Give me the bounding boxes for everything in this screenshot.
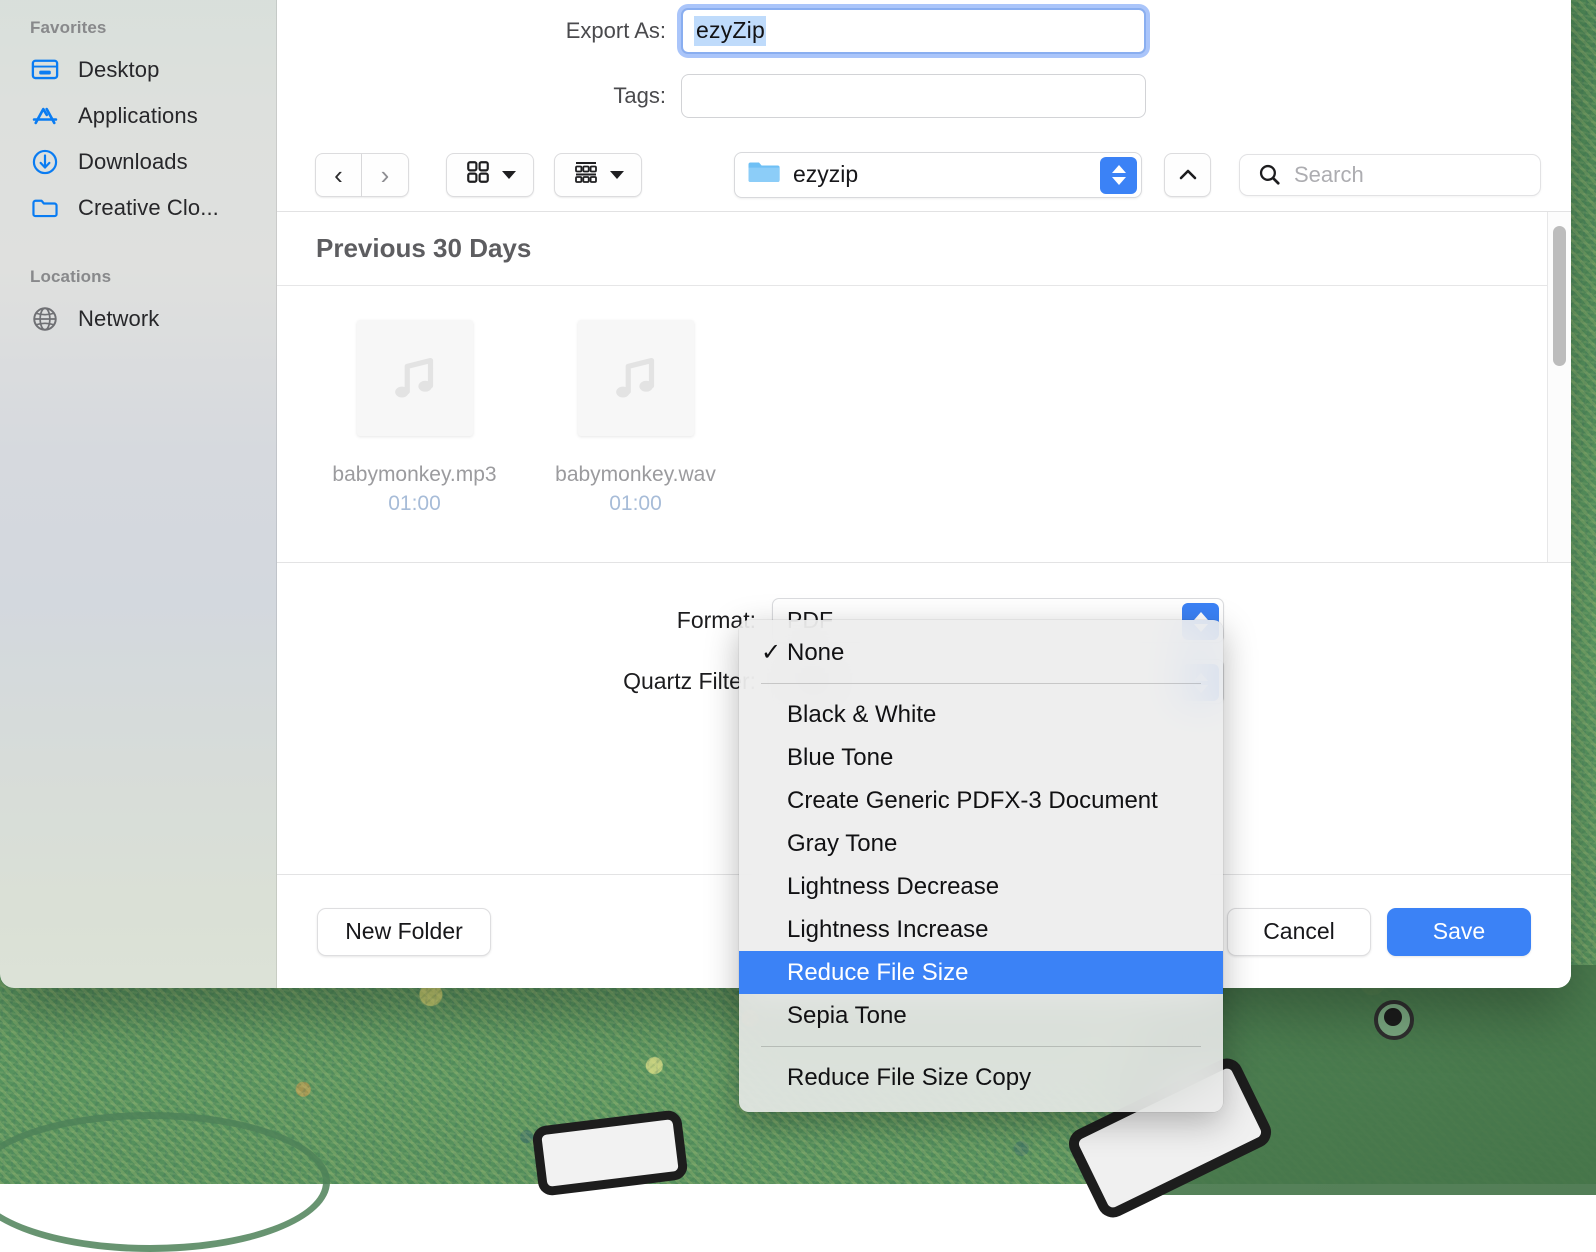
menu-item-label: None (787, 639, 844, 667)
tags-label: Tags: (277, 83, 681, 109)
file-browser: Previous 30 Days babymonkey.mp3 01:00 (277, 212, 1571, 562)
network-globe-icon (30, 304, 60, 334)
chevron-right-icon: › (381, 162, 390, 188)
search-input[interactable]: Search (1239, 154, 1541, 196)
menu-item[interactable]: Black & White (739, 693, 1223, 736)
export-as-label: Export As: (277, 18, 681, 44)
menu-item-label: Reduce File Size Copy (787, 1064, 1031, 1092)
sidebar-item-downloads[interactable]: Downloads (0, 139, 276, 185)
search-placeholder: Search (1294, 162, 1364, 188)
gallery-view-icon (573, 159, 599, 190)
scrollbar-thumb[interactable] (1553, 226, 1566, 366)
export-form: Export As: ezyZip Tags: (277, 0, 1571, 138)
back-button[interactable]: ‹ (315, 153, 362, 197)
share-button[interactable] (1164, 153, 1211, 197)
menu-item-label: Gray Tone (787, 830, 897, 858)
quartz-filter-label: Quartz Filter: (277, 668, 772, 695)
wallpaper-arc (0, 1112, 330, 1252)
quartz-filter-dropdown-menu: ✓None Black & White Blue Tone Create Generi… (739, 620, 1223, 1112)
downloads-icon (30, 147, 60, 177)
menu-item[interactable]: Create Generic PDFX-3 Document (739, 779, 1223, 822)
sidebar: Favorites Desktop Applications (0, 0, 277, 988)
file-thumbnail (357, 320, 473, 436)
menu-item[interactable]: ✓None (739, 631, 1223, 674)
sidebar-section-favorites: Favorites (0, 18, 276, 47)
sidebar-item-label: Network (78, 306, 159, 332)
sidebar-item-label: Desktop (78, 57, 159, 83)
chevron-up-icon (1176, 163, 1200, 187)
sidebar-item-label: Creative Clo... (78, 195, 219, 221)
checkmark-icon: ✓ (761, 638, 787, 667)
sidebar-item-label: Applications (78, 103, 198, 129)
menu-separator (761, 1046, 1201, 1047)
tags-input[interactable] (681, 74, 1146, 118)
file-duration: 01:00 (388, 492, 441, 516)
menu-item-label: Lightness Increase (787, 916, 988, 944)
sidebar-item-label: Downloads (78, 149, 188, 175)
wallpaper-eye (1374, 1000, 1414, 1040)
forward-button[interactable]: › (362, 153, 409, 197)
save-button[interactable]: Save (1387, 908, 1531, 956)
applications-icon (30, 101, 60, 131)
group-view-button[interactable] (554, 153, 642, 197)
group-header: Previous 30 Days (277, 212, 1547, 286)
menu-item-label: Blue Tone (787, 744, 893, 772)
music-note-icon (384, 347, 446, 409)
export-as-row: Export As: ezyZip (277, 8, 1571, 54)
file-thumbnail (578, 320, 694, 436)
desktop-icon (30, 55, 60, 85)
menu-separator (761, 683, 1201, 684)
chevron-down-icon (502, 171, 516, 179)
export-name-input[interactable]: ezyZip (681, 8, 1146, 54)
popup-stepper-icon (1100, 157, 1137, 194)
menu-item[interactable]: Lightness Increase (739, 908, 1223, 951)
menu-item-label: Create Generic PDFX-3 Document (787, 787, 1158, 815)
blue-folder-icon (747, 159, 780, 190)
sidebar-item-applications[interactable]: Applications (0, 93, 276, 139)
grid-view-icon (465, 159, 491, 190)
sidebar-item-network[interactable]: Network (0, 296, 276, 342)
music-note-icon (605, 347, 667, 409)
sidebar-item-desktop[interactable]: Desktop (0, 47, 276, 93)
path-popup-label: ezyzip (793, 161, 858, 188)
tags-row: Tags: (277, 74, 1571, 118)
file-duration: 01:00 (609, 492, 662, 516)
icon-view-button[interactable] (446, 153, 534, 197)
chevron-left-icon: ‹ (334, 162, 343, 188)
menu-item[interactable]: Lightness Decrease (739, 865, 1223, 908)
export-name-value: ezyZip (694, 16, 766, 46)
file-name: babymonkey.wav (555, 463, 716, 487)
menu-item[interactable]: Reduce File Size (739, 951, 1223, 994)
file-grid: babymonkey.mp3 01:00 babymonkey.wav (277, 286, 1547, 516)
cancel-button[interactable]: Cancel (1227, 908, 1371, 956)
browser-toolbar: ‹ › (277, 138, 1571, 212)
menu-item[interactable]: Blue Tone (739, 736, 1223, 779)
sidebar-section-locations: Locations (0, 231, 276, 296)
menu-item[interactable]: Gray Tone (739, 822, 1223, 865)
format-label: Format: (277, 607, 772, 634)
menu-item[interactable]: Sepia Tone (739, 994, 1223, 1037)
search-icon (1257, 162, 1282, 187)
menu-item-label: Reduce File Size (787, 959, 968, 987)
new-folder-button[interactable]: New Folder (317, 908, 491, 956)
menu-item-label: Sepia Tone (787, 1002, 907, 1030)
file-browser-content: Previous 30 Days babymonkey.mp3 01:00 (277, 212, 1547, 562)
list-item[interactable]: babymonkey.mp3 01:00 (333, 320, 496, 516)
path-popup-button[interactable]: ezyzip (734, 152, 1142, 198)
menu-item-label: Lightness Decrease (787, 873, 999, 901)
scrollbar[interactable] (1547, 212, 1571, 562)
menu-item-label: Black & White (787, 701, 936, 729)
list-item[interactable]: babymonkey.wav 01:00 (554, 320, 717, 516)
menu-item[interactable]: Reduce File Size Copy (739, 1056, 1223, 1099)
sidebar-item-creative-cloud[interactable]: Creative Clo... (0, 185, 276, 231)
chevron-down-icon (610, 171, 624, 179)
folder-icon (30, 193, 60, 223)
file-name: babymonkey.mp3 (332, 463, 496, 487)
